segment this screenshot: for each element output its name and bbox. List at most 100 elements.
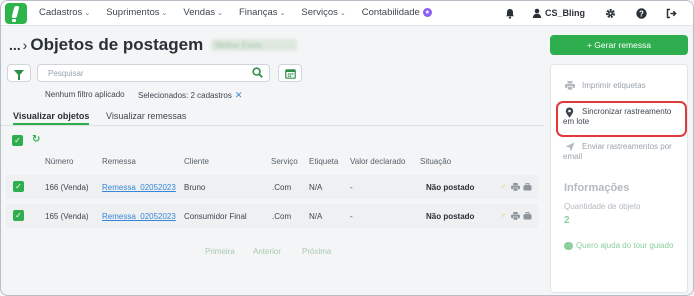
cell-cliente: Consumidor Final — [184, 212, 247, 221]
logout-icon[interactable] — [663, 5, 679, 21]
top-navigation-bar: Cadastros ⌄ Suprimentos ⌄ Vendas ⌄ Finan… — [1, 1, 693, 26]
cell-numero: 165 (Venda) — [45, 212, 89, 221]
user-menu[interactable]: CS_Bling — [532, 5, 585, 21]
pagination-next[interactable]: Próxima — [302, 247, 331, 256]
column-header-numero[interactable]: Número — [45, 157, 73, 166]
pagination-previous[interactable]: Anterior — [253, 247, 281, 256]
generate-shipment-button[interactable]: + Gerar remessa — [550, 35, 688, 55]
search-icon[interactable] — [252, 67, 263, 78]
row-checkbox[interactable]: ✓ — [13, 181, 24, 192]
send-tracking-email-action[interactable]: Enviar rastreamentos por email — [563, 142, 683, 162]
cell-servico: .Com — [272, 183, 292, 192]
guided-tour-label: Quero ajuda do tour guiado — [576, 241, 674, 250]
guided-tour-link[interactable]: Quero ajuda do tour guiado — [564, 241, 673, 250]
menu-cadastros[interactable]: Cadastros ⌄ — [39, 7, 90, 18]
selected-status: Selecionados: 2 cadastros ✕ — [138, 90, 242, 101]
pagination-first[interactable]: Primeira — [205, 247, 235, 256]
action-label: Enviar rastreamentos por email — [563, 142, 672, 161]
cell-cliente: Bruno — [184, 183, 206, 192]
cell-valor: - — [350, 212, 353, 221]
highlight-outline — [556, 101, 687, 137]
cell-remessa-link[interactable]: Remessa_02052023 — [102, 212, 176, 221]
printer-icon — [563, 81, 576, 92]
menu-suprimentos[interactable]: Suprimentos ⌄ — [106, 7, 167, 18]
select-all-checkbox[interactable]: ✓ — [12, 135, 23, 146]
column-header-valor-declarado[interactable]: Valor declarado — [350, 157, 405, 166]
action-label: Imprimir etiquetas — [582, 81, 646, 90]
briefcase-icon[interactable] — [522, 211, 533, 221]
clear-selection-icon[interactable]: ✕ — [235, 90, 243, 101]
table-row[interactable]: ✓ 165 (Venda) Remessa_02052023 Consumido… — [6, 204, 538, 228]
send-icon — [563, 142, 576, 154]
column-header-cliente[interactable]: Cliente — [184, 157, 209, 166]
loading-icon: ◜ — [501, 211, 506, 221]
cell-etiqueta: N/A — [309, 183, 323, 192]
row-actions: ◜ — [497, 211, 533, 221]
app-window: Cadastros ⌄ Suprimentos ⌄ Vendas ⌄ Finan… — [0, 0, 694, 296]
cell-numero: 166 (Venda) — [45, 183, 89, 192]
selected-count-label: Selecionados: 2 cadastros — [138, 91, 232, 100]
menu-contabilidade[interactable]: Contabilidade ★ — [362, 7, 432, 18]
cell-valor: - — [350, 183, 353, 192]
table-row[interactable]: ✓ 166 (Venda) Remessa_02052023 Bruno .Co… — [6, 175, 538, 199]
menu-label: Cadastros — [39, 7, 83, 18]
user-icon — [532, 8, 542, 18]
star-icon: ★ — [422, 8, 432, 17]
search-box[interactable] — [37, 64, 270, 82]
cell-situacao: Não postado — [426, 212, 475, 221]
logo-dot — [12, 19, 16, 22]
menu-vendas[interactable]: Vendas ⌄ — [183, 7, 223, 18]
gear-icon[interactable] — [602, 5, 618, 21]
view-tabs: Visualizar objetos Visualizar remessas — [1, 111, 544, 126]
bell-icon[interactable] — [502, 5, 518, 21]
column-header-situacao[interactable]: Situação — [420, 157, 451, 166]
printer-icon[interactable] — [510, 182, 521, 192]
menu-label: Vendas — [183, 7, 216, 18]
menu-label: Contabilidade — [361, 7, 420, 18]
date-filter-button[interactable] — [278, 64, 302, 82]
printer-icon[interactable] — [510, 211, 521, 221]
svg-text:?: ? — [639, 9, 644, 18]
object-count-value: 2 — [564, 215, 570, 226]
print-labels-action[interactable]: Imprimir etiquetas — [563, 81, 646, 92]
calendar-icon — [284, 68, 296, 79]
account-name-blurred: Melhor Envio — [215, 40, 262, 50]
search-input[interactable] — [48, 68, 248, 79]
breadcrumb: ... › Objetos de postagem Melhor Envio — [9, 35, 298, 55]
main-menu: Cadastros ⌄ Suprimentos ⌄ Vendas ⌄ Finan… — [39, 7, 448, 18]
menu-label: Finanças — [238, 7, 278, 18]
row-checkbox[interactable]: ✓ — [13, 210, 24, 221]
tab-visualizar-remessas[interactable]: Visualizar remessas — [106, 111, 186, 121]
object-count-label: Quantidade de objeto — [564, 202, 641, 211]
chevron-down-icon: ⌄ — [339, 9, 346, 17]
chevron-right-icon: › — [22, 37, 28, 53]
menu-servicos[interactable]: Serviços ⌄ — [301, 7, 345, 18]
loading-icon: ◜ — [501, 182, 506, 192]
row-actions: ◜ — [497, 182, 533, 192]
bling-logo-icon[interactable] — [5, 3, 27, 24]
info-section-title: Informações — [564, 182, 630, 194]
account-selector[interactable]: Melhor Envio — [211, 39, 298, 51]
actions-panel — [550, 64, 688, 293]
cell-servico: .Com — [272, 212, 292, 221]
column-header-etiqueta[interactable]: Etiqueta — [309, 157, 338, 166]
tab-visualizar-objetos[interactable]: Visualizar objetos — [13, 111, 90, 125]
user-name: CS_Bling — [545, 8, 586, 18]
column-header-servico[interactable]: Serviço — [271, 157, 298, 166]
column-header-remessa[interactable]: Remessa — [102, 157, 136, 166]
chat-bubble-icon — [564, 241, 573, 250]
briefcase-icon[interactable] — [522, 182, 533, 192]
funnel-icon — [14, 70, 24, 80]
menu-financas[interactable]: Finanças ⌄ — [239, 7, 285, 18]
help-icon[interactable]: ? — [633, 5, 649, 21]
menu-label: Suprimentos — [106, 7, 160, 18]
filter-status: Nenhum filtro aplicado — [45, 90, 125, 99]
filter-button[interactable] — [7, 64, 31, 82]
chevron-down-icon: ⌄ — [279, 9, 286, 17]
refresh-icon[interactable]: ↻ — [32, 134, 40, 145]
chevron-down-icon: ⌄ — [217, 9, 223, 17]
chevron-down-icon: ⌄ — [84, 9, 91, 17]
cell-remessa-link[interactable]: Remessa_02052023 — [102, 183, 176, 192]
page-title: Objetos de postagem — [30, 35, 204, 54]
breadcrumb-ellipsis[interactable]: ... — [9, 37, 21, 53]
